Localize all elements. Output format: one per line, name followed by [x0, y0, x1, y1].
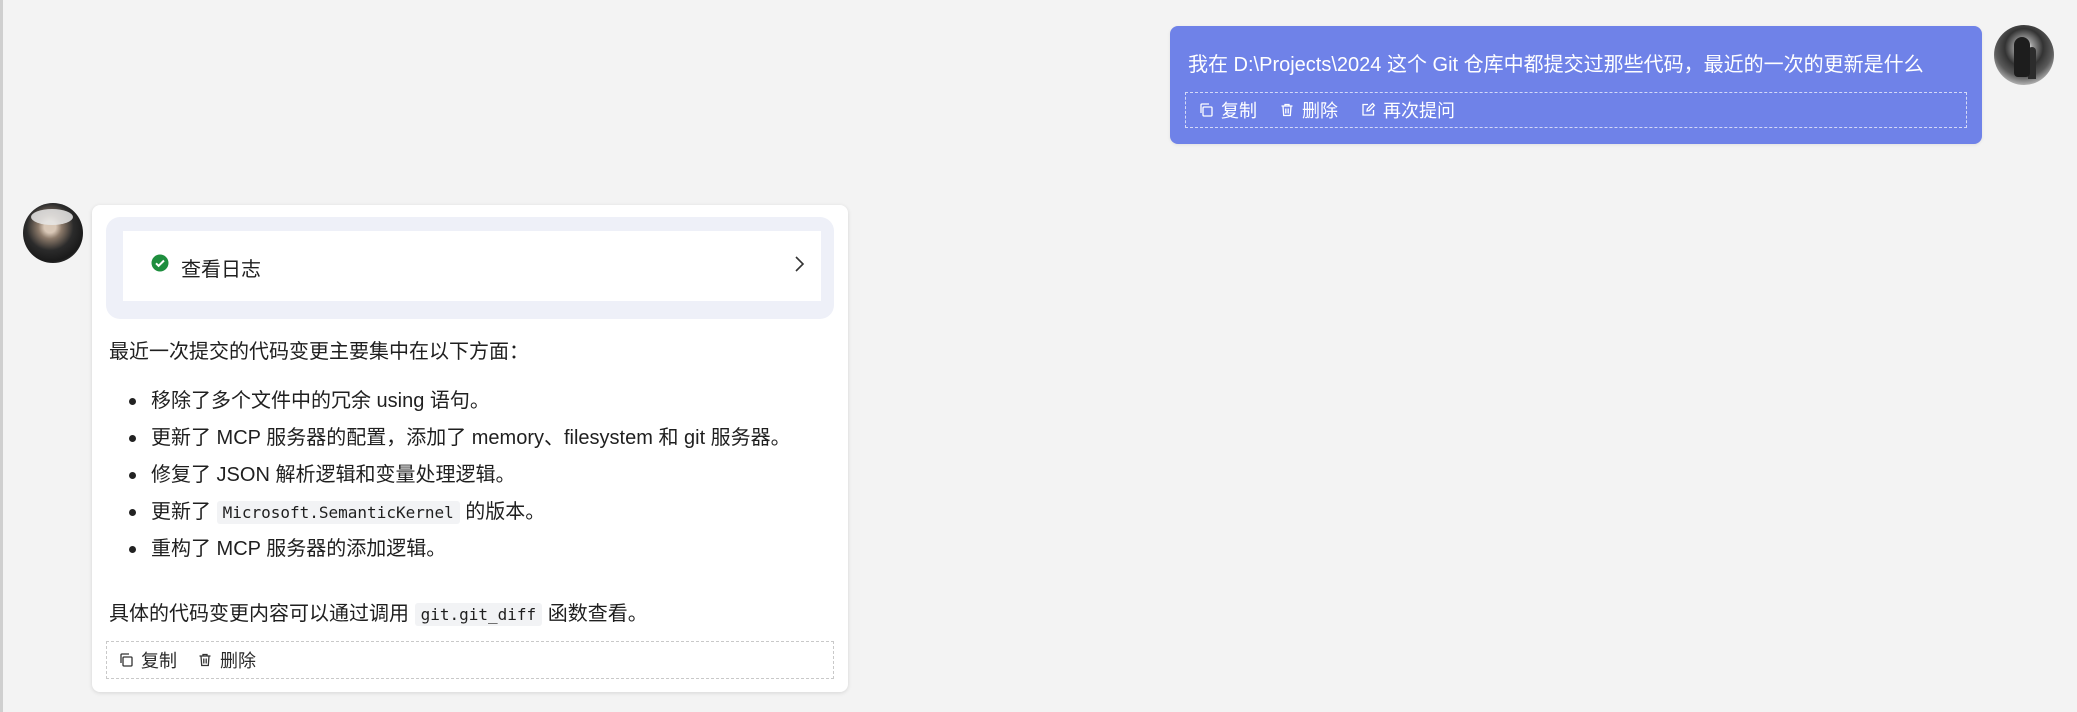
window-left-edge	[0, 0, 3, 712]
assistant-copy-button[interactable]: 复制	[118, 647, 177, 673]
copy-icon	[118, 652, 134, 668]
list-item: 更新了 Microsoft.SemanticKernel 的版本。	[109, 498, 791, 535]
inline-code: Microsoft.SemanticKernel	[216, 501, 460, 524]
user-message-text: 我在 D:\Projects\2024 这个 Git 仓库中都提交过那些代码，最…	[1188, 54, 1924, 76]
assistant-intro-text: 最近一次提交的代码变更主要集中在以下方面：	[109, 341, 529, 363]
user-avatar	[1994, 25, 2054, 85]
inline-code: git.git_diff	[414, 603, 543, 626]
assistant-copy-label: 复制	[141, 651, 177, 671]
assistant-message-card: 查看日志 最近一次提交的代码变更主要集中在以下方面： 移除了多个文件中的冗余 u…	[92, 205, 848, 692]
user-reask-button[interactable]: 再次提问	[1360, 97, 1455, 123]
user-message-actions: 复制 删除 再次提问	[1185, 92, 1967, 128]
user-reask-label: 再次提问	[1383, 101, 1455, 121]
copy-icon	[1198, 102, 1214, 118]
assistant-delete-button[interactable]: 删除	[197, 647, 256, 673]
user-copy-button[interactable]: 复制	[1198, 97, 1257, 123]
change-list: 移除了多个文件中的冗余 using 语句。 更新了 MCP 服务器的配置，添加了…	[109, 387, 791, 572]
tool-call-label: 查看日志	[181, 259, 261, 281]
user-message-bubble: 我在 D:\Projects\2024 这个 Git 仓库中都提交过那些代码，最…	[1170, 26, 1982, 144]
assistant-avatar	[23, 203, 83, 263]
assistant-message-actions: 复制 删除	[106, 641, 834, 679]
chevron-right-icon	[791, 255, 807, 273]
assistant-delete-label: 删除	[220, 651, 256, 671]
check-circle-icon	[151, 254, 169, 272]
list-item: 修复了 JSON 解析逻辑和变量处理逻辑。	[109, 461, 791, 498]
tool-call-panel: 查看日志	[106, 217, 834, 319]
user-copy-label: 复制	[1221, 101, 1257, 121]
list-item: 重构了 MCP 服务器的添加逻辑。	[109, 535, 791, 572]
trash-icon	[1279, 102, 1295, 118]
user-delete-button[interactable]: 删除	[1279, 97, 1338, 123]
list-item: 移除了多个文件中的冗余 using 语句。	[109, 387, 791, 424]
edit-icon	[1360, 102, 1376, 118]
assistant-outro-text: 具体的代码变更内容可以通过调用 git.git_diff 函数查看。	[109, 603, 648, 626]
tool-call-row[interactable]: 查看日志	[123, 231, 821, 301]
user-delete-label: 删除	[1302, 101, 1338, 121]
list-item: 更新了 MCP 服务器的配置，添加了 memory、filesystem 和 g…	[109, 424, 791, 461]
trash-icon	[197, 652, 213, 668]
